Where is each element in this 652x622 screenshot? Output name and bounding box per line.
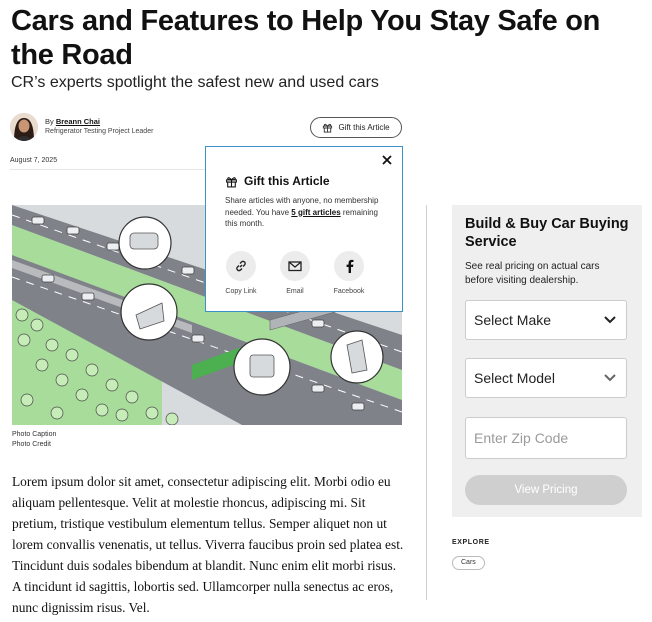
gift-article-popover: Gift this Article Share articles with an…: [205, 146, 403, 312]
publish-date: August 7, 2025: [10, 157, 58, 164]
mail-icon: [288, 261, 302, 272]
share-copy-link[interactable]: Copy Link: [216, 251, 266, 295]
chevron-down-icon: [604, 374, 616, 382]
photo-credit: Photo Credit: [12, 441, 51, 448]
pricing-title: Build & Buy Car Buying Service: [465, 216, 629, 250]
gift-icon: [226, 176, 237, 187]
pricing-description: See real pricing on actual cars before v…: [465, 261, 600, 286]
byline-prefix: By: [45, 117, 56, 126]
select-model-label: Select Model: [474, 370, 555, 386]
copy-link-label: Copy Link: [225, 288, 257, 295]
select-model-dropdown[interactable]: Select Model: [465, 358, 627, 398]
chevron-down-icon: [604, 316, 616, 324]
article-body: Lorem ipsum dolor sit amet, consectetur …: [12, 474, 404, 615]
article-title: Cars and Features to Help You Stay Safe …: [11, 5, 601, 71]
gift-count-link[interactable]: 5 gift articles: [291, 208, 340, 217]
zip-code-input[interactable]: [465, 417, 627, 459]
popover-title-text: Gift this Article: [244, 174, 330, 188]
close-icon[interactable]: [380, 153, 394, 167]
email-label: Email: [286, 288, 304, 295]
view-pricing-button[interactable]: View Pricing: [465, 475, 627, 505]
explore-heading: EXPLORE: [452, 539, 490, 546]
share-facebook[interactable]: Facebook: [324, 251, 374, 295]
photo-caption: Photo Caption: [12, 431, 57, 438]
photo-caption-block: Photo Caption Photo Credit: [12, 430, 56, 450]
author-role: Refrigerator Testing Project Leader: [45, 128, 154, 135]
popover-title: Gift this Article: [225, 174, 330, 188]
explore-tag-cars[interactable]: Cars: [452, 556, 485, 570]
author-avatar[interactable]: [10, 113, 38, 141]
popover-description: Share articles with anyone, no membershi…: [225, 195, 389, 230]
sidebar-divider: [426, 205, 427, 600]
facebook-icon: [346, 259, 353, 273]
author-link[interactable]: Breann Chai: [56, 117, 100, 126]
select-make-dropdown[interactable]: Select Make: [465, 300, 627, 340]
link-icon: [236, 260, 246, 272]
article-subtitle: CR’s experts spotlight the safest new an…: [11, 74, 379, 91]
share-email[interactable]: Email: [270, 251, 320, 295]
gift-button-label: Gift this Article: [338, 123, 390, 132]
gift-icon: [323, 123, 333, 133]
select-make-label: Select Make: [474, 312, 552, 328]
pricing-widget: Build & Buy Car Buying Service See real …: [452, 205, 642, 517]
gift-article-button[interactable]: Gift this Article: [310, 117, 402, 138]
author-byline: By Breann Chai: [45, 117, 100, 126]
facebook-label: Facebook: [333, 288, 365, 295]
